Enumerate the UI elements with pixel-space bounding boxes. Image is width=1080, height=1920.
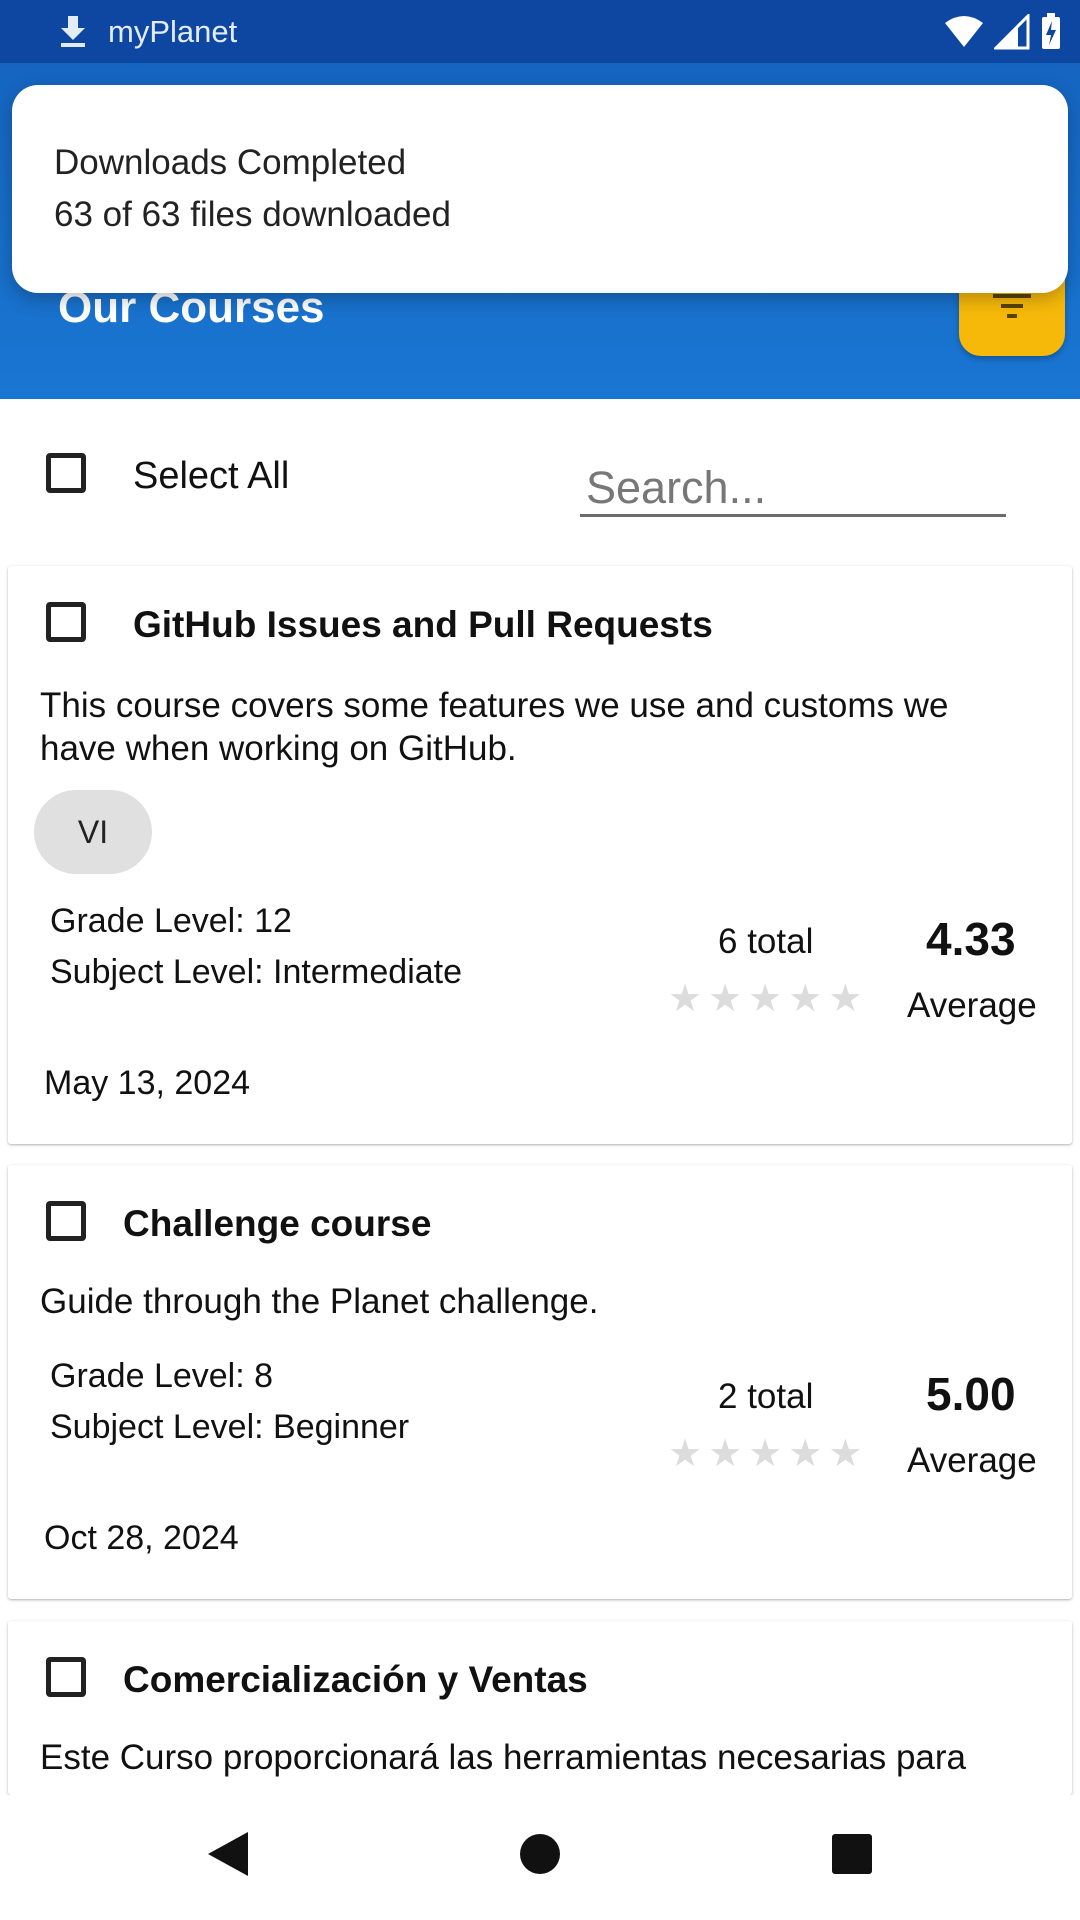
signal-icon xyxy=(994,14,1030,50)
star-icon[interactable]: ★ xyxy=(708,980,742,1018)
course-card[interactable]: Comercialización y Ventas Este Curso pro… xyxy=(8,1621,1072,1795)
course-title[interactable]: Challenge course xyxy=(123,1203,431,1245)
course-card[interactable]: Challenge course Guide through the Plane… xyxy=(8,1165,1072,1599)
course-date: Oct 28, 2024 xyxy=(44,1519,239,1557)
status-bar: myPlanet xyxy=(0,0,1080,63)
course-tag-chip[interactable]: VI xyxy=(34,790,152,874)
course-title[interactable]: Comercialización y Ventas xyxy=(123,1659,588,1701)
average-label: Average xyxy=(907,1441,1037,1480)
ratings-total: 6 total xyxy=(718,922,814,961)
rating-stars[interactable]: ★ ★ ★ ★ ★ xyxy=(668,1435,862,1473)
status-app-name: myPlanet xyxy=(108,14,238,49)
grade-level: Grade Level: 12 xyxy=(50,902,292,940)
grade-level: Grade Level: 8 xyxy=(50,1357,274,1395)
subject-level: Subject Level: Beginner xyxy=(50,1408,410,1446)
wifi-icon xyxy=(945,16,983,47)
star-icon[interactable]: ★ xyxy=(708,1435,742,1473)
battery-charging-icon xyxy=(1042,13,1060,49)
course-checkbox[interactable] xyxy=(46,1201,86,1241)
average-label: Average xyxy=(907,986,1037,1025)
course-checkbox[interactable] xyxy=(46,602,86,642)
subject-level: Subject Level: Intermediate xyxy=(50,953,463,991)
ratings-total: 2 total xyxy=(718,1377,814,1416)
course-description: Guide through the Planet challenge. xyxy=(40,1282,599,1321)
course-description: Este Curso proporcionará las herramienta… xyxy=(40,1738,967,1777)
download-icon xyxy=(61,16,85,47)
course-levels: Grade Level: 8 Subject Level: Beginner xyxy=(50,1351,409,1453)
course-title[interactable]: GitHub Issues and Pull Requests xyxy=(133,604,713,646)
star-icon[interactable]: ★ xyxy=(668,1435,702,1473)
home-circle-icon[interactable] xyxy=(518,1830,562,1878)
average-rating: 5.00 xyxy=(926,1368,1016,1420)
notification-message: 63 of 63 files downloaded xyxy=(54,195,451,234)
star-icon[interactable]: ★ xyxy=(668,980,702,1018)
rating-stars[interactable]: ★ ★ ★ ★ ★ xyxy=(668,980,862,1018)
average-rating: 4.33 xyxy=(926,913,1016,965)
select-all-label: Select All xyxy=(133,455,290,497)
back-triangle-icon[interactable] xyxy=(206,1830,250,1878)
system-navigation-bar xyxy=(0,1795,1080,1920)
star-icon[interactable]: ★ xyxy=(828,980,862,1018)
course-levels: Grade Level: 12 Subject Level: Intermedi… xyxy=(50,896,462,998)
select-all-checkbox[interactable] xyxy=(46,453,86,493)
course-checkbox[interactable] xyxy=(46,1657,86,1697)
course-card[interactable]: GitHub Issues and Pull Requests This cou… xyxy=(8,566,1072,1144)
star-icon[interactable]: ★ xyxy=(788,1435,822,1473)
course-date: May 13, 2024 xyxy=(44,1064,251,1102)
filter-icon xyxy=(993,294,1031,318)
star-icon[interactable]: ★ xyxy=(828,1435,862,1473)
course-description: This course covers some features we use … xyxy=(40,686,949,768)
notification-title: Downloads Completed xyxy=(54,143,407,182)
search-input[interactable] xyxy=(580,462,1006,517)
download-notification: Downloads Completed 63 of 63 files downl… xyxy=(12,85,1068,293)
star-icon[interactable]: ★ xyxy=(748,1435,782,1473)
recents-square-icon[interactable] xyxy=(830,1830,874,1878)
star-icon[interactable]: ★ xyxy=(788,980,822,1018)
star-icon[interactable]: ★ xyxy=(748,980,782,1018)
status-icons xyxy=(944,12,1062,52)
